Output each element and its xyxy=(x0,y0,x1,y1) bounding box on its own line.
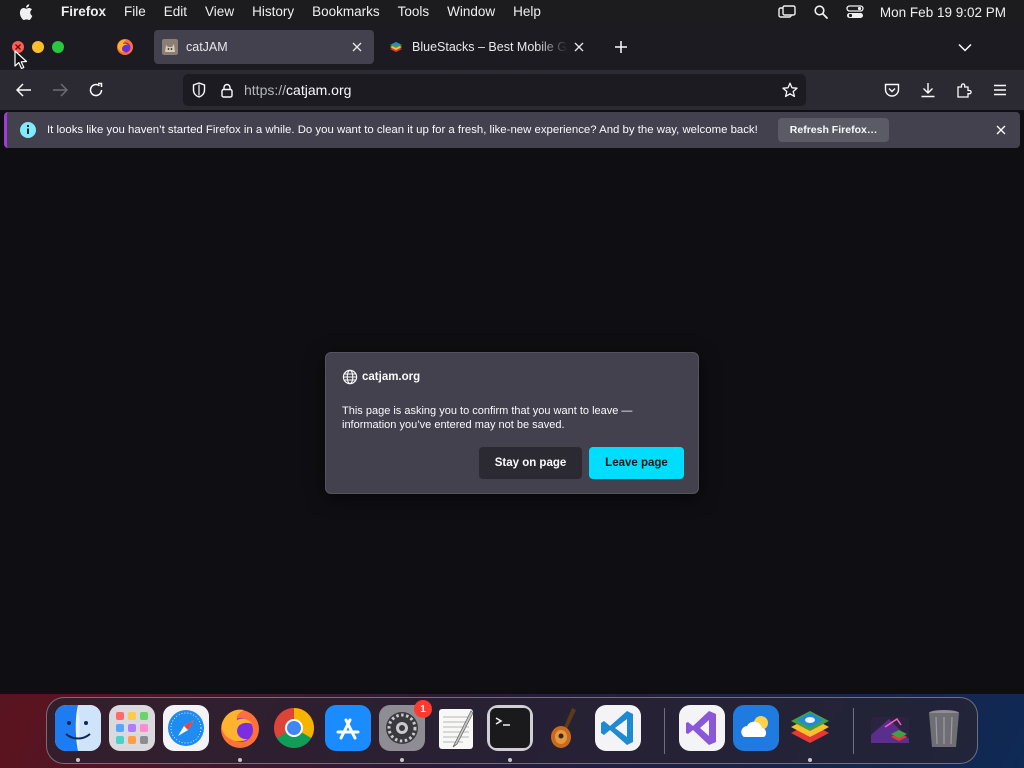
pocket-button[interactable] xyxy=(880,78,904,102)
close-icon xyxy=(352,42,362,52)
leave-page-button[interactable]: Leave page xyxy=(589,447,684,479)
spotlight-search-icon[interactable] xyxy=(804,0,838,24)
menu-help[interactable]: Help xyxy=(504,0,550,24)
firefox-view-icon[interactable] xyxy=(116,38,134,56)
menu-history[interactable]: History xyxy=(243,0,303,24)
forward-button[interactable] xyxy=(48,78,72,102)
puzzle-piece-icon xyxy=(957,83,972,98)
extensions-button[interactable] xyxy=(952,78,976,102)
hamburger-menu-icon xyxy=(994,84,1006,96)
running-indicator xyxy=(76,758,80,762)
bluestacks-icon[interactable] xyxy=(787,705,833,751)
arrow-left-icon xyxy=(16,83,31,97)
url-text[interactable]: https://catjam.org xyxy=(244,82,351,98)
stay-on-page-button[interactable]: Stay on page xyxy=(479,447,582,479)
menu-tools[interactable]: Tools xyxy=(389,0,439,24)
firefox-icon[interactable] xyxy=(217,705,263,751)
reload-icon xyxy=(89,82,103,97)
menu-edit[interactable]: Edit xyxy=(155,0,196,24)
menu-view[interactable]: View xyxy=(196,0,243,24)
chevron-down-icon xyxy=(958,43,972,52)
close-icon xyxy=(996,125,1006,135)
url-host: catjam.org xyxy=(286,82,352,98)
bluestacks-favicon-icon xyxy=(390,42,402,52)
tab-strip: catJAM BlueStacks – Best Mobile Gaming P… xyxy=(0,24,1024,70)
terminal-icon[interactable] xyxy=(487,705,533,751)
finder-icon[interactable] xyxy=(55,705,101,751)
textedit-icon[interactable] xyxy=(433,705,479,751)
leave-page-dialog: catjam.org This page is asking you to co… xyxy=(325,352,699,494)
menu-app-firefox[interactable]: Firefox xyxy=(52,0,115,24)
notification-close-button[interactable] xyxy=(992,121,1010,139)
tab-title: catJAM xyxy=(186,40,228,54)
menu-window[interactable]: Window xyxy=(438,0,504,24)
running-indicator xyxy=(508,758,512,762)
tab-close-button[interactable] xyxy=(568,36,590,58)
apple-menu-icon[interactable] xyxy=(0,4,52,20)
notification-message: It looks like you haven’t started Firefo… xyxy=(47,124,758,136)
dialog-message: This page is asking you to confirm that … xyxy=(342,405,633,431)
weather-icon[interactable] xyxy=(733,705,779,751)
globe-icon xyxy=(342,369,358,385)
chrome-icon[interactable] xyxy=(271,705,317,751)
vscode-icon[interactable] xyxy=(595,705,641,751)
mouse-pointer-icon xyxy=(14,50,28,70)
window-minimize-button[interactable] xyxy=(32,41,44,53)
downloads-button[interactable] xyxy=(916,78,940,102)
refresh-firefox-notification-bar: It looks like you haven’t started Firefo… xyxy=(4,112,1020,148)
tab-bluestacks[interactable]: BlueStacks – Best Mobile Gaming Platform xyxy=(380,30,596,64)
firefox-window: catJAM BlueStacks – Best Mobile Gaming P… xyxy=(0,24,1024,694)
garageband-icon[interactable] xyxy=(541,705,587,751)
navigation-toolbar: https://catjam.org xyxy=(0,70,1024,110)
launchpad-icon[interactable] xyxy=(109,705,155,751)
screen-mirroring-icon[interactable] xyxy=(770,0,804,24)
app-store-icon[interactable] xyxy=(325,705,371,751)
pocket-icon xyxy=(884,83,900,97)
notification-badge: 1 xyxy=(414,700,432,718)
window-zoom-button[interactable] xyxy=(52,41,64,53)
lock-icon[interactable] xyxy=(217,80,237,100)
downloads-stack-icon[interactable] xyxy=(867,705,913,751)
tab-catjam[interactable]: catJAM xyxy=(154,30,374,64)
arrow-right-icon xyxy=(53,83,68,97)
close-icon xyxy=(574,42,584,52)
catjam-favicon-icon xyxy=(162,39,178,55)
visual-studio-icon[interactable] xyxy=(679,705,725,751)
url-bar[interactable]: https://catjam.org xyxy=(183,74,806,106)
reload-button[interactable] xyxy=(84,78,108,102)
info-icon xyxy=(20,122,36,138)
app-menu-button[interactable] xyxy=(988,78,1012,102)
dock-separator xyxy=(664,708,665,754)
dialog-origin: catjam.org xyxy=(342,369,420,385)
tab-title: BlueStacks – Best Mobile Gaming Platform xyxy=(412,40,568,54)
new-tab-button[interactable] xyxy=(610,36,632,58)
list-all-tabs-button[interactable] xyxy=(954,36,976,58)
running-indicator xyxy=(238,758,242,762)
bookmark-star-icon[interactable] xyxy=(780,80,800,100)
control-center-icon[interactable] xyxy=(838,0,872,24)
tab-close-button[interactable] xyxy=(346,36,368,58)
safari-icon[interactable] xyxy=(163,705,209,751)
tracking-protection-shield-icon[interactable] xyxy=(189,80,209,100)
macos-menu-bar: Firefox File Edit View History Bookmarks… xyxy=(0,0,1024,24)
refresh-firefox-button[interactable]: Refresh Firefox… xyxy=(777,118,890,142)
download-icon xyxy=(921,83,935,98)
menu-bookmarks[interactable]: Bookmarks xyxy=(303,0,389,24)
menu-file[interactable]: File xyxy=(115,0,155,24)
running-indicator xyxy=(808,758,812,762)
back-button[interactable] xyxy=(12,78,36,102)
trash-icon[interactable] xyxy=(921,705,967,751)
macos-dock: 1 xyxy=(46,697,978,764)
dock-separator xyxy=(853,708,854,754)
plus-icon xyxy=(615,41,627,53)
menubar-clock[interactable]: Mon Feb 19 9:02 PM xyxy=(872,5,1024,20)
url-protocol: https:// xyxy=(244,82,287,98)
dialog-site-name: catjam.org xyxy=(362,371,421,383)
running-indicator xyxy=(400,758,404,762)
